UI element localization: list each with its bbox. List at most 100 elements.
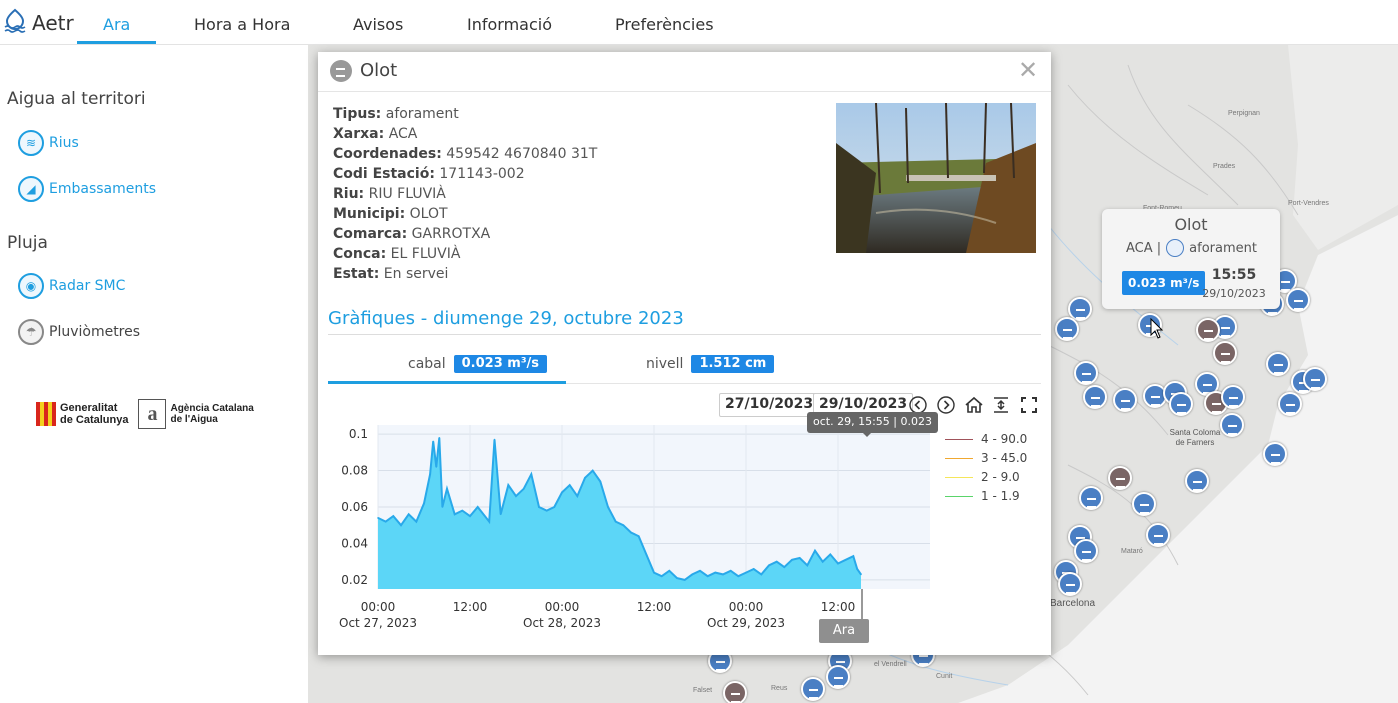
station-marker[interactable] xyxy=(1113,388,1137,412)
data-point xyxy=(699,569,701,572)
data-point xyxy=(441,506,444,508)
data-point xyxy=(760,573,763,576)
close-icon[interactable]: ✕ xyxy=(1018,58,1038,82)
station-marker[interactable] xyxy=(723,681,747,703)
station-marker[interactable] xyxy=(1220,413,1244,437)
station-marker[interactable] xyxy=(1185,469,1209,493)
gauge-station-icon xyxy=(1166,239,1185,257)
legend-item: 4 - 90.0 xyxy=(945,432,1027,446)
station-marker[interactable] xyxy=(1058,572,1082,596)
legend-label: 1 - 1.9 xyxy=(981,489,1020,503)
station-marker[interactable] xyxy=(1263,442,1287,466)
river-icon: ≋ xyxy=(18,130,44,156)
data-point xyxy=(821,560,824,563)
station-marker[interactable] xyxy=(1055,317,1079,341)
tab-informacio[interactable]: Informació xyxy=(467,15,552,34)
station-marker[interactable] xyxy=(1303,367,1327,391)
station-marker[interactable] xyxy=(1196,318,1220,342)
data-point xyxy=(676,577,678,579)
rain-gauge-icon: ☂ xyxy=(18,319,44,345)
tab-avisos[interactable]: Avisos xyxy=(353,15,403,34)
info-value: 459542 4670840 31T xyxy=(446,146,598,162)
data-point xyxy=(435,466,438,468)
divider xyxy=(328,334,1041,335)
data-point xyxy=(522,487,525,490)
y-tick-label: 0.1 xyxy=(349,427,368,441)
station-marker[interactable] xyxy=(1169,392,1193,416)
y-tick-label: 0.04 xyxy=(341,536,368,550)
data-point xyxy=(446,487,448,490)
data-point xyxy=(614,520,617,523)
aetr-logo-icon xyxy=(4,8,26,33)
station-marker[interactable] xyxy=(1213,341,1237,365)
tab-preferencies[interactable]: Preferències xyxy=(615,15,714,34)
info-label: Tipus: xyxy=(333,106,382,122)
station-marker[interactable] xyxy=(826,665,850,689)
app-brand[interactable]: Aetr xyxy=(32,11,74,35)
station-marker[interactable] xyxy=(1286,288,1310,312)
data-point xyxy=(683,579,686,581)
data-point xyxy=(722,573,724,576)
data-point xyxy=(545,509,548,512)
sidebar-item-rius[interactable]: ≋ Rius xyxy=(18,130,79,156)
hover-card-time: 15:55 xyxy=(1211,267,1257,283)
tab-hora-a-hora[interactable]: Hora a Hora xyxy=(194,15,290,34)
data-point xyxy=(515,495,517,497)
sidebar-item-radar[interactable]: ◉ Radar SMC xyxy=(18,273,125,299)
station-marker[interactable] xyxy=(801,677,825,701)
station-marker[interactable] xyxy=(1079,486,1103,510)
info-label: Conca: xyxy=(333,246,387,262)
station-marker[interactable] xyxy=(1278,392,1302,416)
tab-nivell[interactable]: nivell 1.512 cm xyxy=(646,355,775,373)
tab-ara[interactable]: Ara xyxy=(103,15,130,34)
station-marker[interactable] xyxy=(1266,352,1290,376)
station-marker[interactable] xyxy=(1221,385,1245,409)
flow-chart[interactable]: 0.02 0.04 0.06 0.08 0.1 00:00 Oct 27, 2023 12:0… xyxy=(318,412,1051,652)
data-point xyxy=(783,566,786,568)
chart-hover-tooltip: oct. 29, 15:55 | 0.023 xyxy=(807,412,938,437)
station-marker[interactable] xyxy=(1146,523,1170,547)
section-heading-water: Aigua al territori xyxy=(7,89,146,109)
x-tick-label: 00:00 xyxy=(729,600,764,614)
station-info: Tipus: aforament Xarxa: ACA Coordenades: 4… xyxy=(333,104,597,284)
tab-cabal[interactable]: cabal 0.023 m³/s xyxy=(408,355,548,373)
station-marker[interactable] xyxy=(1108,466,1132,490)
station-marker[interactable] xyxy=(1074,361,1098,385)
y-tick-label: 0.02 xyxy=(341,573,368,587)
legend-label: 4 - 90.0 xyxy=(981,432,1028,446)
data-point xyxy=(538,506,540,508)
map-label: Cunit xyxy=(936,673,953,680)
data-point xyxy=(706,575,709,578)
data-point xyxy=(860,573,862,576)
data-point xyxy=(432,440,434,443)
data-point xyxy=(400,524,402,527)
data-point xyxy=(852,555,855,557)
data-point xyxy=(775,560,778,563)
station-marker[interactable] xyxy=(1074,539,1098,563)
info-row: Tipus: aforament xyxy=(333,104,597,124)
aca-logo: a Agència Catalana de l'Aigua xyxy=(138,399,254,429)
hover-card-date: 29/10/2023 xyxy=(1202,287,1266,300)
station-marker[interactable] xyxy=(1132,492,1156,516)
sidebar-item-pluviometres[interactable]: ☂ Pluviòmetres xyxy=(18,319,140,345)
data-point xyxy=(476,506,479,508)
legend-swatch xyxy=(945,495,973,497)
now-marker-label: Ara xyxy=(819,619,869,643)
info-label: Comarca: xyxy=(333,226,408,242)
top-navigation: Aetr Ara Hora a Hora Avisos Informació P… xyxy=(0,0,1398,45)
data-point xyxy=(461,509,464,512)
data-point xyxy=(384,520,387,523)
legend-item: 1 - 1.9 xyxy=(945,489,1020,503)
data-point xyxy=(469,515,471,517)
x-tick-date-label: Oct 29, 2023 xyxy=(707,616,785,630)
sidebar-item-label: Rius xyxy=(49,135,79,151)
data-point xyxy=(507,484,510,486)
legend-swatch xyxy=(945,438,973,440)
data-point xyxy=(407,513,410,516)
data-point xyxy=(453,513,456,516)
info-value: EL FLUVIÀ xyxy=(390,246,461,262)
sidebar-item-embassaments[interactable]: ◢ Embassaments xyxy=(18,176,156,202)
mouse-cursor-icon xyxy=(1150,318,1164,339)
station-marker[interactable] xyxy=(1083,385,1107,409)
data-point xyxy=(530,473,533,475)
